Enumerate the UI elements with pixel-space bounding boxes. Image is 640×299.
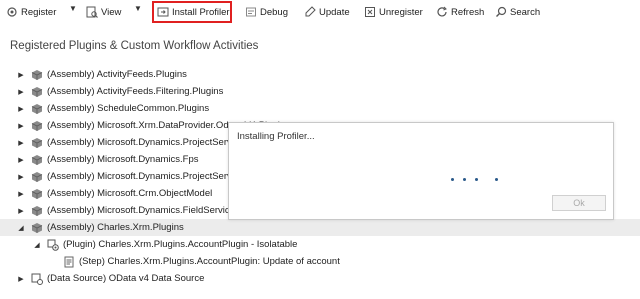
- refresh-icon: [436, 6, 448, 18]
- debug-label: Debug: [260, 6, 288, 18]
- tree-node-label: (Assembly) Charles.Xrm.Plugins: [47, 222, 184, 233]
- register-dropdown-icon[interactable]: ▼: [69, 4, 77, 13]
- view-dropdown-icon[interactable]: ▼: [134, 4, 142, 13]
- debug-icon: [245, 6, 257, 18]
- tree-node-label: (Step) Charles.Xrm.Plugins.AccountPlugin…: [79, 256, 340, 267]
- assembly-icon: [31, 103, 43, 115]
- expand-arrow-icon[interactable]: ▶: [16, 105, 26, 113]
- loading-dot: [475, 178, 478, 181]
- debug-button[interactable]: Debug: [245, 3, 288, 21]
- assembly-icon: [31, 137, 43, 149]
- loading-dot: [463, 178, 466, 181]
- view-button[interactable]: View: [86, 3, 121, 21]
- register-button[interactable]: Register: [6, 3, 56, 21]
- collapse-arrow-icon[interactable]: ◢: [16, 224, 26, 232]
- tree-node-label: (Data Source) OData v4 Data Source: [47, 273, 205, 284]
- expand-arrow-icon[interactable]: ▶: [16, 122, 26, 130]
- tree-node-assembly[interactable]: ▶ (Assembly) ScheduleCommon.Plugins: [0, 100, 640, 117]
- update-button[interactable]: Update: [304, 3, 350, 21]
- tree-node-label: (Assembly) ScheduleCommon.Plugins: [47, 103, 210, 114]
- dialog-message: Installing Profiler...: [237, 131, 315, 142]
- refresh-label: Refresh: [451, 6, 485, 18]
- expand-arrow-icon[interactable]: ▶: [16, 139, 26, 147]
- loading-dot: [451, 178, 454, 181]
- expand-arrow-icon[interactable]: ▶: [16, 173, 26, 181]
- unregister-button[interactable]: Unregister: [364, 3, 423, 21]
- refresh-button[interactable]: Refresh: [436, 3, 484, 21]
- toolbar: Register ▼ View ▼ Install Profiler Debug…: [0, 0, 640, 24]
- expand-arrow-icon[interactable]: ▶: [16, 190, 26, 198]
- assembly-icon: [31, 222, 43, 234]
- tree-node-label: (Assembly) Microsoft.Crm.ObjectModel: [47, 188, 213, 199]
- tree-node-assembly-selected[interactable]: ◢ (Assembly) Charles.Xrm.Plugins: [0, 219, 640, 236]
- tree-node-assembly[interactable]: ▶ (Assembly) ActivityFeeds.Filtering.Plu…: [0, 83, 640, 100]
- tree-node-label: (Assembly) Microsoft.Dynamics.Fps: [47, 154, 199, 165]
- view-icon: [86, 6, 98, 18]
- search-label: Search: [510, 6, 541, 18]
- tree-node-step[interactable]: (Step) Charles.Xrm.Plugins.AccountPlugin…: [0, 253, 640, 270]
- loading-spinner: [451, 178, 498, 181]
- assembly-icon: [31, 171, 43, 183]
- tree-node-plugin[interactable]: ◢ (Plugin) Charles.Xrm.Plugins.AccountPl…: [0, 236, 640, 253]
- tree-node-label: (Assembly) Microsoft.Dynamics.FieldServi…: [47, 205, 235, 216]
- plugin-icon: [47, 239, 59, 251]
- assembly-icon: [31, 205, 43, 217]
- assembly-icon: [31, 154, 43, 166]
- assembly-icon: [31, 86, 43, 98]
- view-label: View: [101, 6, 122, 18]
- search-icon: [495, 6, 507, 18]
- loading-dot: [495, 178, 498, 181]
- unregister-icon: [364, 6, 376, 18]
- ok-button[interactable]: Ok: [552, 195, 606, 211]
- expand-arrow-icon[interactable]: ▶: [16, 88, 26, 96]
- expand-arrow-icon[interactable]: ▶: [16, 71, 26, 79]
- expand-arrow-icon[interactable]: ▶: [16, 207, 26, 215]
- step-icon: [63, 256, 75, 268]
- unregister-label: Unregister: [379, 6, 423, 18]
- tree-node-data-source[interactable]: ▶ (Data Source) OData v4 Data Source: [0, 270, 640, 287]
- assembly-icon: [31, 188, 43, 200]
- expand-arrow-icon[interactable]: ▶: [16, 275, 26, 283]
- installing-profiler-dialog: Installing Profiler... Ok: [228, 122, 614, 220]
- collapse-arrow-icon[interactable]: ◢: [32, 241, 42, 249]
- register-icon: [6, 6, 18, 18]
- page-title: Registered Plugins & Custom Workflow Act…: [10, 40, 259, 52]
- assembly-icon: [31, 69, 43, 81]
- tree-node-assembly[interactable]: ▶ (Assembly) ActivityFeeds.Plugins: [0, 66, 640, 83]
- tree-node-label: (Assembly) ActivityFeeds.Plugins: [47, 69, 187, 80]
- expand-arrow-icon[interactable]: ▶: [16, 156, 26, 164]
- data-source-icon: [31, 273, 43, 285]
- update-icon: [304, 6, 316, 18]
- update-label: Update: [319, 6, 350, 18]
- assembly-icon: [31, 120, 43, 132]
- tree-node-label: (Plugin) Charles.Xrm.Plugins.AccountPlug…: [63, 239, 298, 250]
- search-button[interactable]: Search: [495, 3, 540, 21]
- register-label: Register: [21, 6, 57, 18]
- tree-node-label: (Assembly) ActivityFeeds.Filtering.Plugi…: [47, 86, 224, 97]
- install-profiler-highlight: [152, 1, 232, 23]
